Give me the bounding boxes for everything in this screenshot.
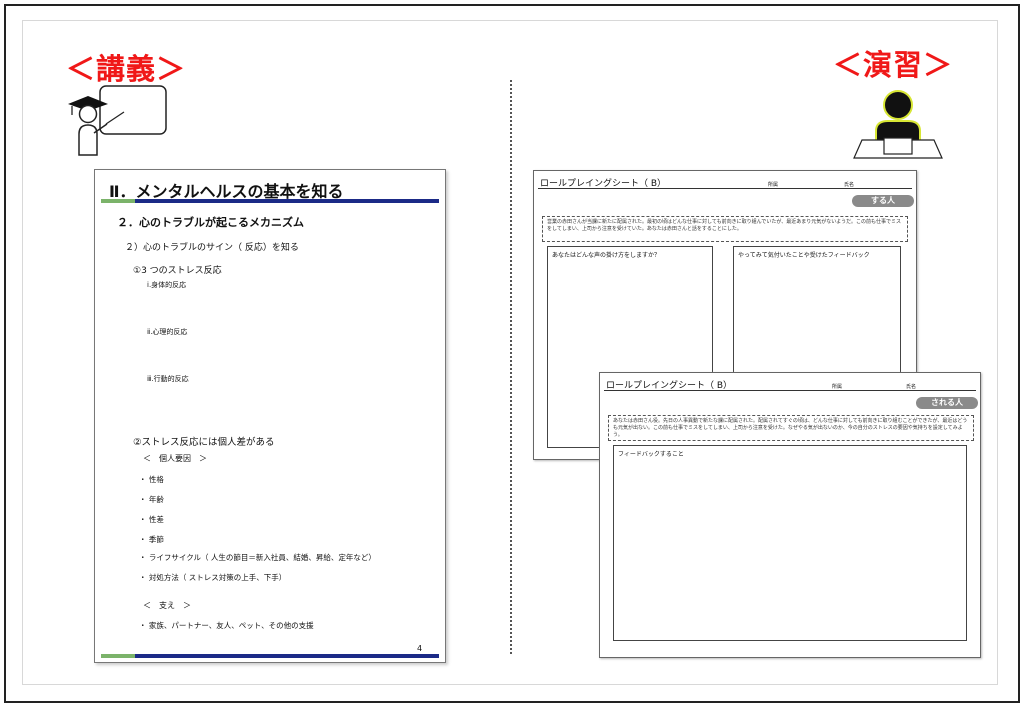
title-underline: [101, 199, 439, 203]
box-label: やってみて気付いたことや受けたフィードバック: [738, 252, 870, 259]
box-label: あなたはどんな声の掛け方をしますか？: [552, 252, 661, 259]
scenario-text: あなたは赤田さん役。先日の人事異動で新たな課に配属された。配属されてすぐの頃は、…: [608, 415, 974, 441]
reaction-physical: ⅰ.身体的反応: [147, 281, 187, 289]
student-at-desk-icon: [853, 90, 943, 159]
box-label: フィードバックすること: [618, 451, 684, 458]
factor-item: ・ 季節: [139, 535, 164, 544]
reaction-psychological: ⅱ.心理的反応: [147, 328, 188, 336]
dept-label: 所属: [832, 384, 843, 390]
dept-label: 所属: [768, 182, 779, 188]
section-heading: ２．心のトラブルが起こるメカニズム: [117, 216, 304, 229]
factors-header: ＜ 個人要因 ＞: [143, 454, 207, 463]
reaction-behavioral: ⅲ.行動的反応: [147, 375, 189, 383]
individual-difference-heading: ②ストレス反応には個人差がある: [133, 437, 275, 448]
stress-reactions-heading: ①3 つのストレス反応: [133, 266, 222, 276]
role-badge: する人: [852, 195, 914, 207]
factor-item: ・ 性格: [139, 475, 164, 484]
name-label: 氏名: [906, 384, 917, 390]
support-item: ・ 家族、パートナー、友人、ペット、その他の支援: [139, 621, 314, 630]
factor-item: ・ 年齢: [139, 495, 164, 504]
page-number: 4: [417, 644, 423, 653]
title-rule: [604, 390, 976, 391]
exercise-heading: ＜演習＞: [833, 48, 954, 82]
role-badge: される人: [916, 397, 978, 409]
footer-bar: [101, 654, 439, 658]
title-rule: [538, 188, 912, 189]
roleplay-sheet-receiver: ロールプレイングシート（ B） 所属 氏名 される人 あなたは赤田さん役。先日の…: [599, 372, 981, 658]
factor-item: ・ 対処方法（ ストレス対策の上手、下手）: [139, 573, 287, 582]
lecture-heading: ＜講義＞: [66, 52, 187, 86]
lecturer-icon: [68, 85, 167, 156]
feedback-box: フィードバックすること: [613, 445, 967, 641]
lecture-slide: Ⅱ．メンタルヘルスの基本を知る ２．心のトラブルが起こるメカニズム ２）心のトラ…: [94, 169, 446, 663]
scenario-text: 営業の赤田さんが当課に新たに配属された。最初の頃はどんな仕事に対しても前向きに取…: [542, 216, 908, 242]
vertical-divider: [510, 80, 512, 654]
factor-item: ・ 性差: [139, 515, 164, 524]
factor-item: ・ ライフサイクル（ 人生の節目＝新入社員、結婚、昇給、定年など）: [139, 553, 376, 562]
name-label: 氏名: [844, 182, 855, 188]
subsection-heading: ２）心のトラブルのサイン（ 反応）を知る: [125, 243, 299, 253]
support-header: ＜ 支え ＞: [143, 601, 191, 610]
